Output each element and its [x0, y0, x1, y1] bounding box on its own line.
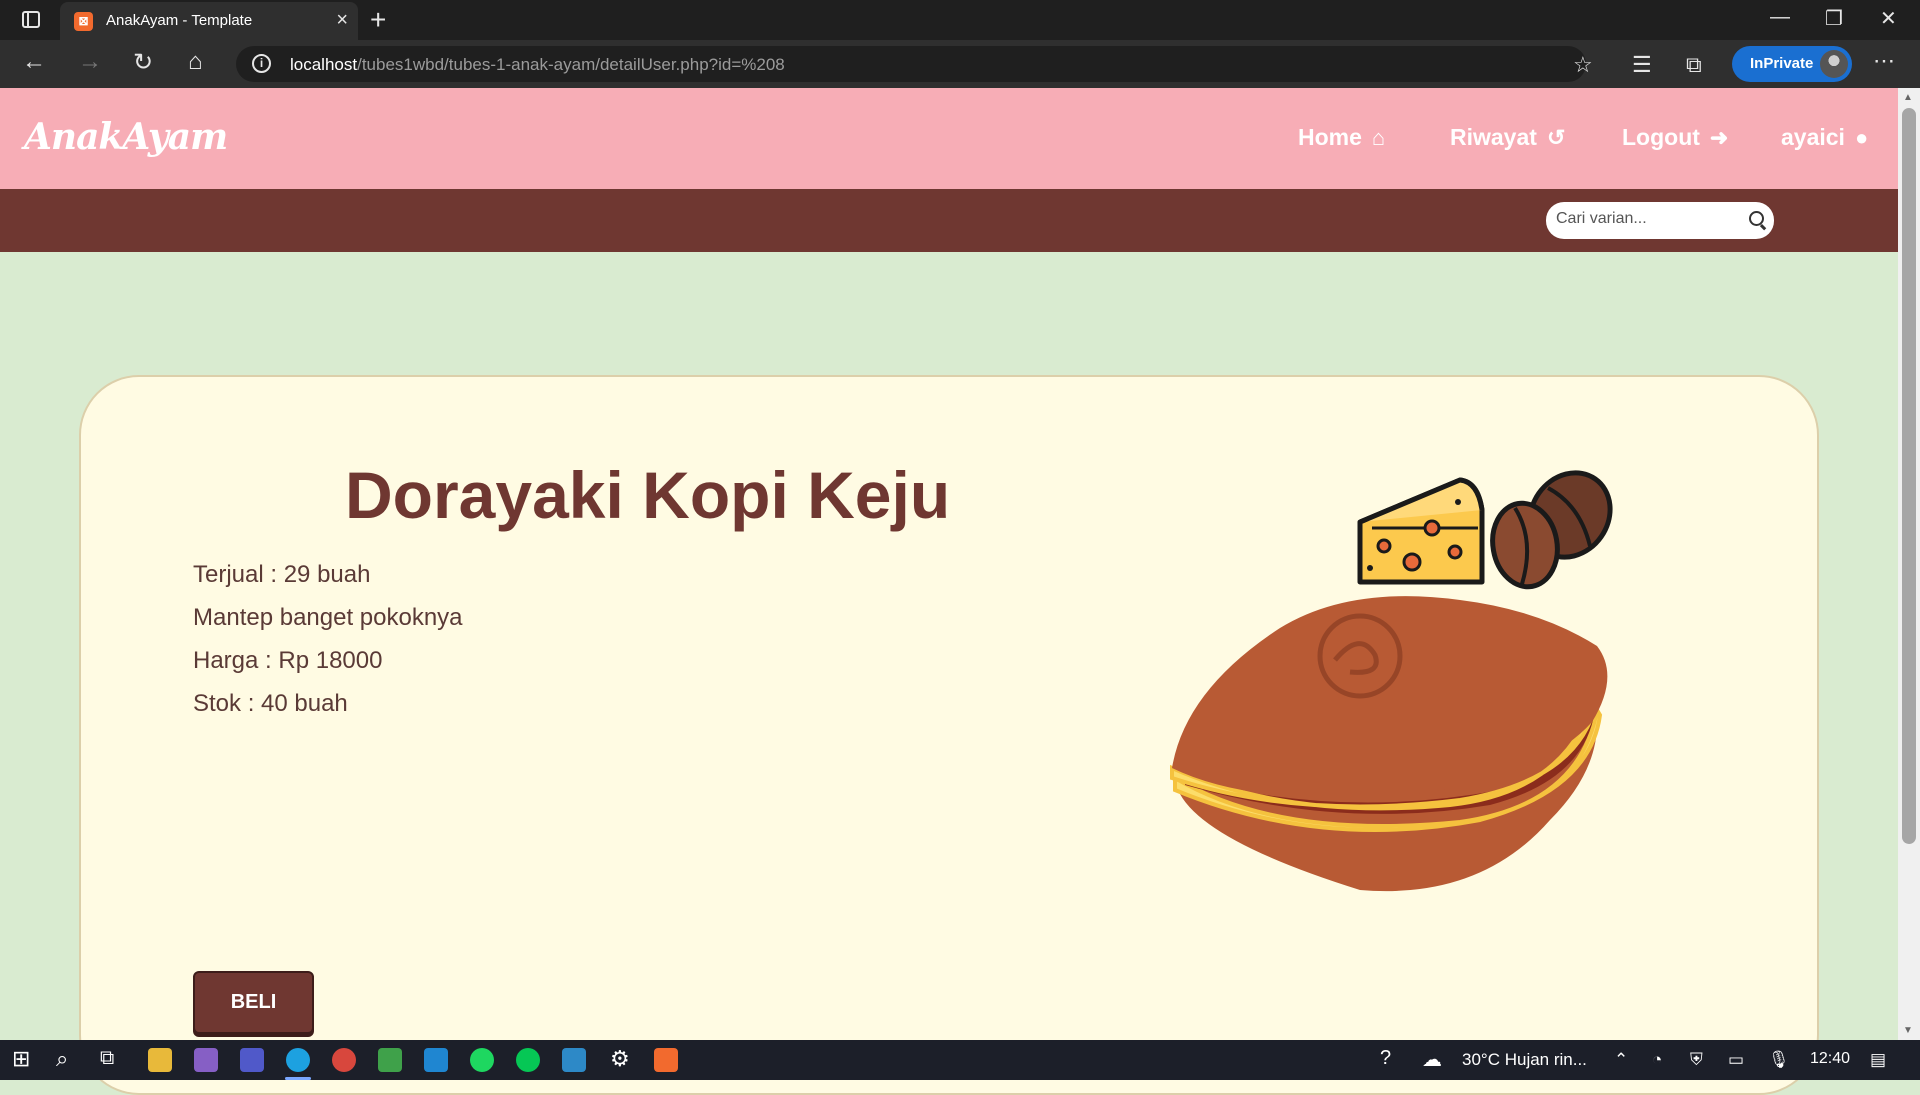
- clock[interactable]: 12:40: [1810, 1050, 1850, 1068]
- start-icon[interactable]: ⊞: [12, 1046, 30, 1072]
- product-price: Harga : Rp 18000: [193, 647, 383, 674]
- collections-icon[interactable]: ⧉: [1686, 52, 1702, 78]
- spotify-icon[interactable]: [470, 1048, 494, 1072]
- refresh-icon[interactable]: ↻: [133, 48, 153, 77]
- dorayaki-illustration: [1170, 470, 1613, 892]
- notifications-icon[interactable]: ▤: [1870, 1050, 1886, 1070]
- inprivate-button[interactable]: InPrivate: [1732, 46, 1852, 82]
- microphone-icon[interactable]: 🎙: [1768, 1050, 1790, 1070]
- product-title: Dorayaki Kopi Keju: [345, 458, 951, 532]
- site-info-icon[interactable]: i: [252, 54, 271, 73]
- user-icon: ●: [1854, 125, 1869, 150]
- home-icon: ⌂: [1371, 125, 1386, 150]
- app-icon[interactable]: [332, 1048, 356, 1072]
- tab-actions-icon[interactable]: [22, 11, 40, 28]
- close-window-icon[interactable]: ✕: [1880, 6, 1897, 31]
- line-icon[interactable]: [516, 1048, 540, 1072]
- windows-taskbar: ⊞ ⌕ ⧉ ⚙ ? ☁ 30°C Hujan rin... ⌃ ◔ ⛨ ▭ 🎙 …: [0, 1040, 1920, 1080]
- help-icon[interactable]: ?: [1380, 1047, 1391, 1070]
- battery-icon[interactable]: ▭: [1728, 1050, 1744, 1070]
- settings-icon[interactable]: ⚙: [610, 1046, 630, 1072]
- search-input[interactable]: [1556, 210, 1736, 228]
- weather-text[interactable]: 30°C Hujan rin...: [1462, 1050, 1587, 1070]
- dorayaki-icon: [1170, 596, 1608, 892]
- search-icon[interactable]: [1749, 211, 1764, 226]
- wifi-icon[interactable]: ◔: [1652, 1050, 1662, 1070]
- product-description: Mantep banget pokoknya: [193, 604, 463, 631]
- minimize-icon[interactable]: —: [1770, 6, 1790, 29]
- coffee-bean-icon: [1490, 470, 1613, 590]
- more-options-icon[interactable]: ⋯: [1873, 48, 1895, 74]
- site-header: AnakAyam Home ⌂ Riwayat ↺ Logout ➜ ayaici ●: [0, 88, 1898, 189]
- browser-tab-bar: ⊠ AnakAyam - Template × + — ❐ ✕: [0, 0, 1920, 40]
- product-stock: Stok : 40 buah: [193, 690, 348, 717]
- cheese-icon: [1357, 477, 1485, 585]
- scroll-thumb[interactable]: [1902, 108, 1916, 844]
- address-bar[interactable]: i localhost/tubes1wbd/tubes-1-anak-ayam/…: [236, 46, 1586, 82]
- new-tab-icon[interactable]: +: [370, 4, 386, 36]
- teams-icon[interactable]: [240, 1048, 264, 1072]
- edge-icon[interactable]: [286, 1048, 310, 1072]
- search-taskbar-icon[interactable]: ⌕: [56, 1046, 68, 1072]
- close-tab-icon[interactable]: ×: [336, 9, 348, 32]
- security-icon[interactable]: ⛨: [1690, 1050, 1703, 1070]
- nav-user[interactable]: ayaici ●: [1781, 124, 1868, 151]
- photos-icon[interactable]: [562, 1048, 586, 1072]
- logout-icon: ➜: [1709, 125, 1729, 150]
- nav-riwayat[interactable]: Riwayat ↺: [1450, 124, 1565, 151]
- notepad-icon[interactable]: [378, 1048, 402, 1072]
- forward-icon[interactable]: →: [78, 48, 102, 76]
- task-view-icon[interactable]: ⧉: [100, 1047, 114, 1070]
- url-text[interactable]: localhost/tubes1wbd/tubes-1-anak-ayam/de…: [290, 55, 785, 75]
- chevron-up-icon[interactable]: ⌃: [1614, 1050, 1628, 1070]
- nav-home[interactable]: Home ⌂: [1298, 124, 1385, 151]
- tab-title: AnakAyam - Template: [106, 12, 253, 29]
- search-box: [1546, 202, 1774, 239]
- visual-studio-icon[interactable]: [194, 1048, 218, 1072]
- browser-tab[interactable]: ⊠ AnakAyam - Template ×: [60, 2, 358, 40]
- browser-toolbar: ← → ↻ ⌂ i localhost/tubes1wbd/tubes-1-an…: [0, 40, 1920, 88]
- weather-icon[interactable]: ☁: [1422, 1047, 1442, 1072]
- restore-icon[interactable]: ❐: [1825, 6, 1843, 31]
- product-sold: Terjual : 29 buah: [193, 561, 371, 588]
- scroll-up-icon[interactable]: ▲: [1903, 92, 1913, 103]
- xampp-icon: ⊠: [74, 12, 93, 31]
- history-icon: ↺: [1546, 125, 1566, 150]
- xampp-taskbar-icon[interactable]: [654, 1048, 678, 1072]
- home-browser-icon[interactable]: ⌂: [188, 48, 203, 76]
- favorites-icon[interactable]: ☰: [1632, 52, 1652, 78]
- nav-logout[interactable]: Logout ➜: [1622, 124, 1728, 151]
- vscode-icon[interactable]: [424, 1048, 448, 1072]
- add-favorite-icon[interactable]: ☆: [1573, 52, 1593, 78]
- search-bar-strip: [0, 189, 1898, 252]
- profile-avatar: [1820, 50, 1848, 78]
- page-scrollbar[interactable]: ▲ ▼: [1898, 88, 1920, 1040]
- file-explorer-icon[interactable]: [148, 1048, 172, 1072]
- site-logo[interactable]: AnakAyam: [24, 116, 228, 158]
- scroll-down-icon[interactable]: ▼: [1903, 1025, 1913, 1036]
- buy-button[interactable]: BELI: [193, 971, 314, 1034]
- back-icon[interactable]: ←: [22, 48, 46, 76]
